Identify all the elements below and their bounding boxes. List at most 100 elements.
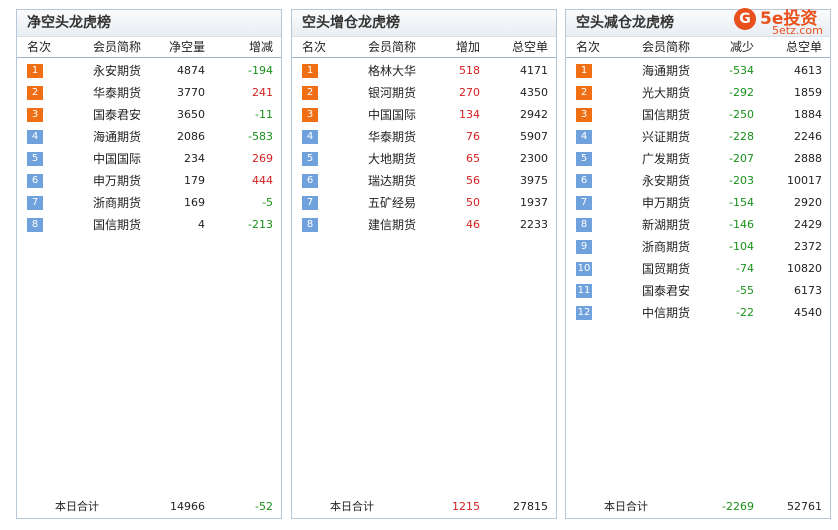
col-value1: 增加 bbox=[455, 40, 480, 54]
member-link[interactable]: 国贸期货 bbox=[626, 258, 706, 280]
rank-badge: 5 bbox=[302, 152, 318, 166]
col-rank: 名次 bbox=[302, 40, 327, 54]
decrease-value: -207 bbox=[729, 152, 754, 165]
total-short-value: 2233 bbox=[520, 218, 548, 231]
rank-badge: 8 bbox=[27, 218, 43, 232]
member-link[interactable]: 格林大华 bbox=[352, 60, 432, 82]
total-short-value: 4350 bbox=[520, 86, 548, 99]
member-link[interactable]: 申万期货 bbox=[626, 192, 706, 214]
member-link[interactable]: 海通期货 bbox=[77, 126, 157, 148]
rank-badge: 6 bbox=[576, 174, 592, 188]
table-row: 4 华泰期货 76 5907 bbox=[292, 126, 556, 148]
table-row: 8 新湖期货 -146 2429 bbox=[566, 214, 830, 236]
change-value: -194 bbox=[248, 64, 273, 77]
total-short-value: 2246 bbox=[794, 130, 822, 143]
total-short-value: 5907 bbox=[520, 130, 548, 143]
rank-badge: 7 bbox=[302, 196, 318, 210]
increase-value: 46 bbox=[466, 218, 480, 231]
table-row: 7 五矿经易 50 1937 bbox=[292, 192, 556, 214]
rank-badge: 7 bbox=[576, 196, 592, 210]
member-link[interactable]: 华泰期货 bbox=[77, 82, 157, 104]
increase-value: 56 bbox=[466, 174, 480, 187]
table-row: 8 建信期货 46 2233 bbox=[292, 214, 556, 236]
increase-value: 134 bbox=[459, 108, 480, 121]
member-link[interactable]: 浙商期货 bbox=[77, 192, 157, 214]
rank-badge: 10 bbox=[576, 262, 592, 276]
table-row: 8 国信期货 4 -213 bbox=[17, 214, 281, 236]
col-value1: 净空量 bbox=[168, 40, 205, 54]
member-link[interactable]: 永安期货 bbox=[77, 60, 157, 82]
rank-badge: 1 bbox=[302, 64, 318, 78]
rank-badge: 4 bbox=[576, 130, 592, 144]
rank-badge: 6 bbox=[302, 174, 318, 188]
member-link[interactable]: 广发期货 bbox=[626, 148, 706, 170]
table-row: 3 中国国际 134 2942 bbox=[292, 104, 556, 126]
member-link[interactable]: 瑞达期货 bbox=[352, 170, 432, 192]
total-short-value: 6173 bbox=[794, 284, 822, 297]
member-link[interactable]: 新湖期货 bbox=[626, 214, 706, 236]
member-link[interactable]: 中国国际 bbox=[352, 104, 432, 126]
table-row: 7 申万期货 -154 2920 bbox=[566, 192, 830, 214]
change-value: 241 bbox=[252, 86, 273, 99]
member-link[interactable]: 银河期货 bbox=[352, 82, 432, 104]
member-link[interactable]: 建信期货 bbox=[352, 214, 432, 236]
rank-badge: 8 bbox=[576, 218, 592, 232]
col-value2: 总空单 bbox=[785, 40, 822, 54]
decrease-value: -74 bbox=[736, 262, 754, 275]
table-row: 5 大地期货 65 2300 bbox=[292, 148, 556, 170]
table-footer: 本日合计 1215 27815 bbox=[292, 498, 556, 516]
rank-badge: 8 bbox=[302, 218, 318, 232]
rank-badge: 12 bbox=[576, 306, 592, 320]
table-row: 1 永安期货 4874 -194 bbox=[17, 60, 281, 82]
col-member: 会员简称 bbox=[93, 40, 142, 54]
total-short-value: 4540 bbox=[794, 306, 822, 319]
panel-title: 净空头龙虎榜 bbox=[17, 10, 281, 37]
member-link[interactable]: 国泰君安 bbox=[626, 280, 706, 302]
total-value2: 27815 bbox=[513, 500, 548, 513]
member-link[interactable]: 华泰期货 bbox=[352, 126, 432, 148]
total-short-value: 1859 bbox=[794, 86, 822, 99]
rank-badge: 1 bbox=[27, 64, 43, 78]
logo-domain: 5etz.com bbox=[772, 24, 823, 37]
table-row: 2 光大期货 -292 1859 bbox=[566, 82, 830, 104]
total-value1: 1215 bbox=[452, 500, 480, 513]
rank-badge: 2 bbox=[576, 86, 592, 100]
col-value2: 增减 bbox=[248, 40, 273, 54]
total-short-value: 2300 bbox=[520, 152, 548, 165]
net-short-value: 169 bbox=[184, 196, 205, 209]
total-short-value: 2888 bbox=[794, 152, 822, 165]
decrease-value: -203 bbox=[729, 174, 754, 187]
change-value: -213 bbox=[248, 218, 273, 231]
table-footer: 本日合计 14966 -52 bbox=[17, 498, 281, 516]
table-row: 4 海通期货 2086 -583 bbox=[17, 126, 281, 148]
member-link[interactable]: 中国国际 bbox=[77, 148, 157, 170]
table-footer: 本日合计 -2269 52761 bbox=[566, 498, 830, 516]
rank-badge: 4 bbox=[302, 130, 318, 144]
member-link[interactable]: 大地期货 bbox=[352, 148, 432, 170]
table-row: 2 华泰期货 3770 241 bbox=[17, 82, 281, 104]
table-row: 5 广发期货 -207 2888 bbox=[566, 148, 830, 170]
brand-logo[interactable]: G 5e投资 5etz.com bbox=[734, 4, 834, 38]
decrease-value: -292 bbox=[729, 86, 754, 99]
col-value1: 减少 bbox=[729, 40, 754, 54]
member-link[interactable]: 海通期货 bbox=[626, 60, 706, 82]
net-short-value: 2086 bbox=[177, 130, 205, 143]
short-increase-panel: 空头增仓龙虎榜 名次 会员简称 增加 总空单 1 格林大华 518 4171 2 银河期… bbox=[291, 9, 557, 519]
member-link[interactable]: 兴证期货 bbox=[626, 126, 706, 148]
member-link[interactable]: 五矿经易 bbox=[352, 192, 432, 214]
total-short-value: 1884 bbox=[794, 108, 822, 121]
decrease-value: -22 bbox=[736, 306, 754, 319]
member-link[interactable]: 申万期货 bbox=[77, 170, 157, 192]
total-short-value: 2429 bbox=[794, 218, 822, 231]
member-link[interactable]: 国信期货 bbox=[626, 104, 706, 126]
member-link[interactable]: 永安期货 bbox=[626, 170, 706, 192]
member-link[interactable]: 光大期货 bbox=[626, 82, 706, 104]
member-link[interactable]: 浙商期货 bbox=[626, 236, 706, 258]
member-link[interactable]: 国信期货 bbox=[77, 214, 157, 236]
col-member: 会员简称 bbox=[368, 40, 417, 54]
short-decrease-panel: 空头减仓龙虎榜 名次 会员简称 减少 总空单 1 海通期货 -534 4613 2 光大… bbox=[565, 9, 831, 519]
member-link[interactable]: 国泰君安 bbox=[77, 104, 157, 126]
member-link[interactable]: 中信期货 bbox=[626, 302, 706, 324]
total-value1: 14966 bbox=[170, 500, 205, 513]
decrease-value: -55 bbox=[736, 284, 754, 297]
